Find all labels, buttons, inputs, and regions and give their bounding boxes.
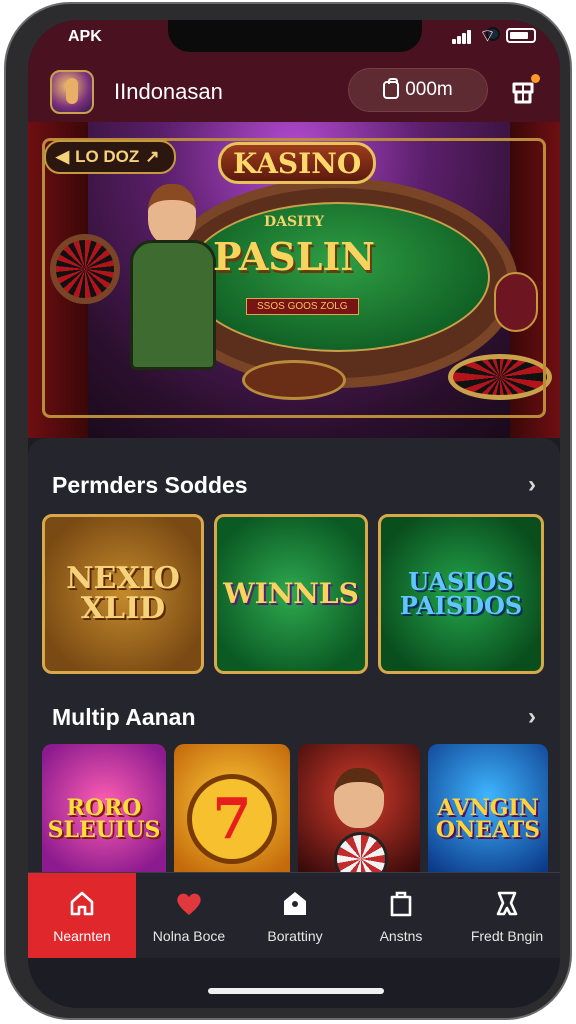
- section-header-featured[interactable]: Permders Soddes ›: [52, 468, 536, 502]
- game-lobby: Permders Soddes › NEXIO XLID WINNLS UASI…: [28, 438, 560, 894]
- app-header: IIndonasan 000m: [28, 60, 560, 122]
- nav-label: Anstns: [379, 927, 423, 944]
- section-header-multiplayer[interactable]: Multip Aanan ›: [52, 700, 536, 734]
- nav-item-promotions[interactable]: Borattiny: [242, 873, 348, 958]
- carrier-label: APK: [68, 28, 102, 45]
- game-tile-label: WINNLS: [223, 577, 359, 610]
- casino-logo: KASINO: [218, 142, 377, 184]
- signal-icon: [452, 28, 472, 44]
- promo-banner[interactable]: ◀ LO DOZ ↗ KASINO DASITY PASLIN SSOS GOO…: [28, 122, 560, 438]
- ticket-icon: ◀: [56, 147, 70, 166]
- banner-badge-label: LO DOZ: [75, 147, 140, 166]
- nav-label: Nolna Boce: [152, 927, 226, 944]
- game-tile[interactable]: UASIOS PAISDOS: [378, 514, 544, 674]
- home-icon: [70, 891, 94, 915]
- nav-label: Borattiny: [267, 927, 323, 944]
- home-indicator[interactable]: [208, 988, 384, 994]
- wifi-icon: ⌔: [479, 26, 496, 46]
- section-title: Multip Aanan: [52, 703, 196, 730]
- bottom-navigation: Nearnten Nolna Boce Borattiny Anstns Fre…: [28, 872, 560, 958]
- nav-item-bonus[interactable]: Fredt Bngin: [454, 873, 560, 958]
- app-screen: APK ⌔ IIndonasan 000m ◀ LO DOZ ↗ KASINO …: [28, 20, 560, 1008]
- game-tile-label: AVNGIN ONEATS: [435, 795, 541, 843]
- notch: [168, 20, 500, 52]
- chevron-right-icon[interactable]: ›: [528, 471, 536, 499]
- nav-label: Nearnten: [53, 927, 111, 944]
- game-tile[interactable]: WINNLS: [214, 514, 368, 674]
- bag-icon: [390, 891, 412, 916]
- chevron-right-icon[interactable]: ›: [528, 703, 536, 731]
- banner-badge[interactable]: ◀ LO DOZ ↗: [44, 140, 176, 174]
- game-tile-label: UASIOS PAISDOS: [399, 567, 523, 620]
- gift-button[interactable]: [506, 74, 540, 108]
- nav-label: Fredt Bngin: [470, 927, 544, 944]
- banner-kicker: DASITY: [263, 214, 325, 230]
- nav-item-home[interactable]: Nearnten: [28, 873, 136, 958]
- battery-icon: [506, 28, 536, 43]
- safe-area: [28, 958, 560, 1008]
- notification-dot: [531, 74, 540, 83]
- game-tile-label: NEXIO XLID: [66, 561, 180, 626]
- section-title: Permders Soddes: [52, 471, 248, 498]
- wallet-icon: [383, 78, 400, 99]
- arrow-icon: ↗: [145, 147, 160, 166]
- phone-frame: APK ⌔ IIndonasan 000m ◀ LO DOZ ↗ KASINO …: [4, 2, 572, 1020]
- game-tile-label: RORO SLEUIUS: [47, 795, 161, 843]
- balance-button[interactable]: 000m: [348, 68, 488, 112]
- banner-title: PASLIN: [213, 234, 375, 279]
- nav-item-activity[interactable]: Anstns: [348, 873, 454, 958]
- ribbon-icon: [496, 891, 518, 915]
- banner-subtitle: SSOS GOOS ZOLG: [246, 298, 359, 315]
- app-title: IIndonasan: [114, 79, 223, 104]
- game-tile-label: 7: [187, 774, 277, 864]
- character-face: [334, 768, 384, 828]
- dealer-avatar-icon[interactable]: [50, 70, 94, 114]
- heart-icon: [177, 893, 201, 915]
- balance-value: 000m: [405, 79, 453, 100]
- house-tag-icon: [284, 891, 306, 915]
- game-tile[interactable]: NEXIO XLID: [42, 514, 204, 674]
- nav-item-favorites[interactable]: Nolna Boce: [136, 873, 242, 958]
